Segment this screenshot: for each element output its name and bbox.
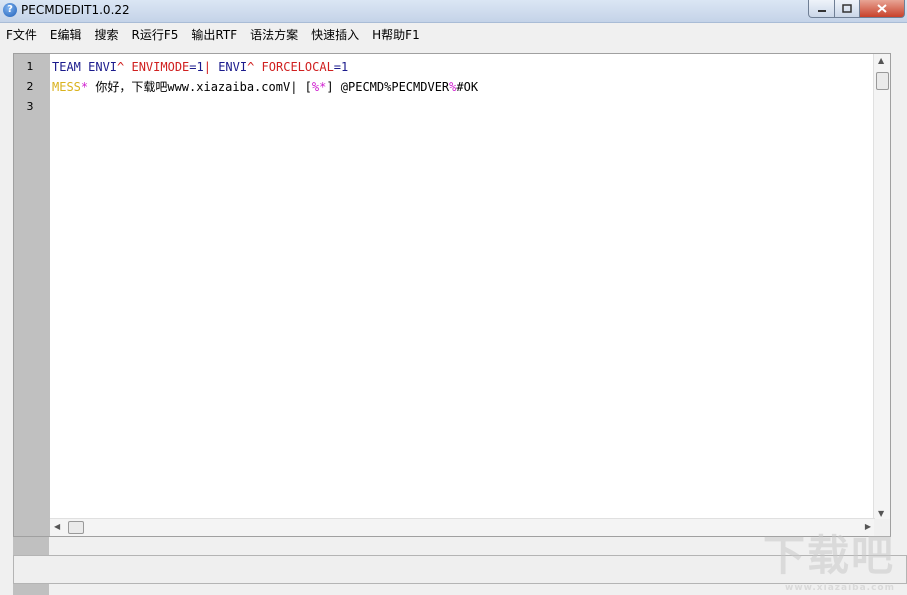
horizontal-scroll-thumb[interactable]	[68, 521, 84, 534]
app-icon: ?	[3, 3, 17, 17]
close-icon	[877, 4, 887, 13]
menu-file[interactable]: F文件	[0, 23, 44, 44]
code-token: MESS	[52, 80, 81, 94]
code-token: =1	[189, 60, 204, 74]
code-token: |	[290, 80, 305, 94]
code-line[interactable]: TEAM ENVI^ ENVIMODE=1| ENVI^ FORCELOCAL=…	[52, 57, 478, 77]
menu-help[interactable]: H帮助F1	[366, 23, 427, 44]
watermark-url: www.xiazaiba.com	[785, 583, 895, 593]
code-token: |	[203, 60, 219, 74]
code-token: ^	[247, 60, 262, 74]
window-controls	[808, 0, 905, 18]
title-bar: ? PECMDEDIT1.0.22	[0, 0, 907, 23]
code-token: %*	[311, 80, 327, 94]
line-number: 3	[26, 100, 34, 113]
close-button[interactable]	[860, 0, 905, 18]
code-token: ENVI	[218, 60, 248, 74]
code-token: #OK	[456, 80, 479, 94]
scroll-up-icon[interactable]: ▲	[878, 56, 884, 65]
menu-syntax-scheme[interactable]: 语法方案	[244, 23, 305, 44]
minimize-button[interactable]	[808, 0, 835, 18]
vertical-scroll-thumb[interactable]	[876, 72, 889, 90]
watermark-text: 下载吧	[762, 531, 895, 580]
line-number-gutter: 1 2 3	[14, 54, 50, 536]
menu-search[interactable]: 搜索	[89, 23, 126, 44]
maximize-icon	[842, 4, 852, 13]
code-token: FORCELOCAL	[261, 60, 334, 74]
code-token: ENVIMODE	[131, 60, 190, 74]
menu-run[interactable]: R运行F5	[126, 23, 186, 44]
code-token: =1	[333, 60, 349, 74]
code-line[interactable]	[52, 97, 478, 117]
code-text-area[interactable]: TEAM ENVI^ ENVIMODE=1| ENVI^ FORCELOCAL=…	[52, 57, 478, 117]
minimize-icon	[817, 9, 826, 12]
menu-bar: F文件 E编辑 搜索 R运行F5 输出RTF 语法方案 快速插入 H帮助F1	[0, 23, 907, 44]
scroll-down-icon[interactable]: ▼	[878, 509, 884, 518]
code-token: TEAM ENVI	[52, 60, 118, 74]
code-token: *	[80, 80, 96, 94]
menu-edit[interactable]: E编辑	[44, 23, 89, 44]
code-token: 你好，下载吧www.xiazaiba.comV	[95, 80, 291, 94]
window-title: PECMDEDIT1.0.22	[21, 3, 130, 17]
code-token: ^	[117, 60, 132, 74]
horizontal-scrollbar[interactable]: ◀ ▶	[50, 518, 875, 536]
menu-quick-insert[interactable]: 快速插入	[305, 23, 366, 44]
maximize-button[interactable]	[835, 0, 860, 18]
code-token: [	[304, 80, 312, 94]
code-editor[interactable]: 1 2 3 TEAM ENVI^ ENVIMODE=1| ENVI^ FORCE…	[13, 53, 891, 537]
scroll-left-icon[interactable]: ◀	[54, 522, 60, 531]
code-token: ] @PECMD%PECMDVER	[326, 80, 450, 94]
menu-export-rtf[interactable]: 输出RTF	[185, 23, 244, 44]
watermark-logo: 下载吧 www.xiazaiba.com	[762, 522, 895, 593]
line-number: 1	[26, 60, 34, 73]
vertical-scrollbar[interactable]: ▲ ▼	[873, 54, 890, 520]
line-number: 2	[26, 80, 34, 93]
code-line[interactable]: MESS* 你好，下载吧www.xiazaiba.comV| [%*] @PEC…	[52, 77, 478, 97]
